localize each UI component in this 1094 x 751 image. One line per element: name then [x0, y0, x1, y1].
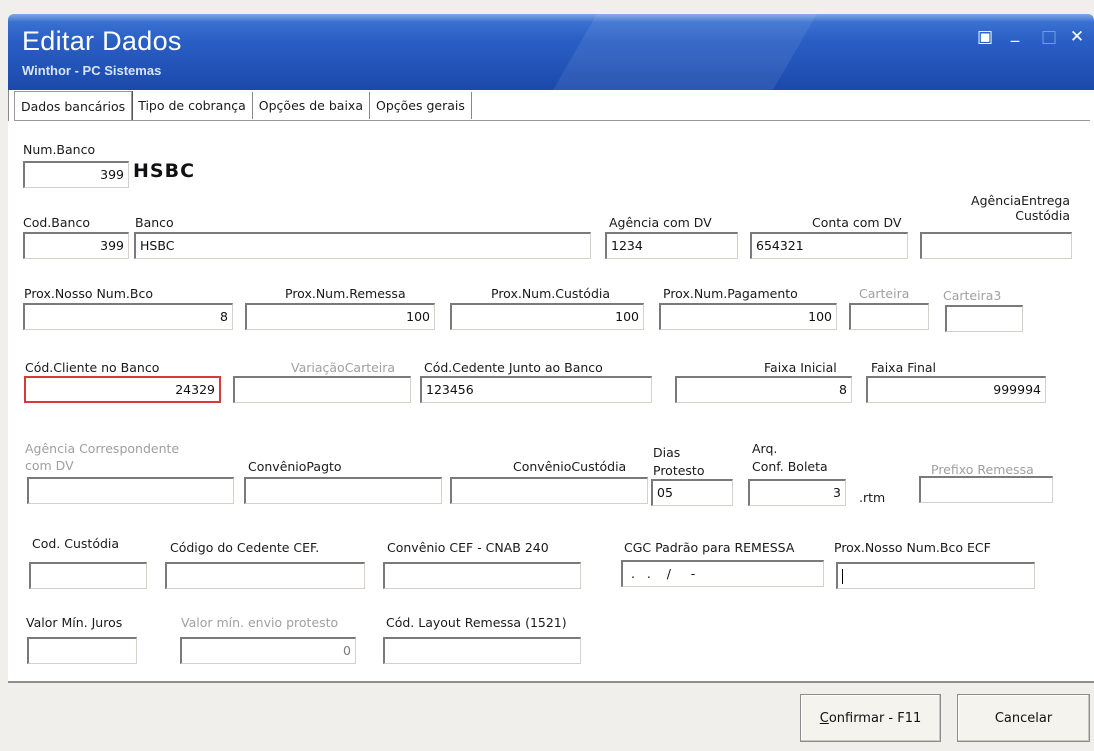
codigo-cedente-cef-label: Código do Cedente CEF.: [170, 540, 320, 555]
cod-cedente-label: Cód.Cedente Junto ao Banco: [424, 360, 603, 375]
agencia-correspondente-label-line2: com DV: [25, 458, 74, 473]
faixa-final-label: Faixa Final: [871, 360, 937, 375]
faixa-inicial-label: Faixa Inicial: [764, 360, 837, 375]
tab-opcoes-baixa[interactable]: Opções de baixa: [253, 92, 370, 119]
faixa-final-field[interactable]: 999994: [866, 376, 1046, 403]
prox-num-custodia-field[interactable]: 100: [450, 303, 644, 330]
agencia-correspondente-label: Agência Correspondente com DV: [25, 440, 179, 474]
prox-num-custodia-label: Prox.Num.Custódia: [491, 286, 611, 301]
confirm-hotkey: C: [819, 710, 829, 726]
banco-field[interactable]: HSBC: [134, 232, 591, 259]
carteira-field[interactable]: [849, 303, 929, 330]
conta-dv-field[interactable]: 654321: [750, 232, 908, 259]
arq-conf-boleta-label-line2: Conf. Boleta: [752, 459, 828, 474]
arq-conf-boleta-label: Arq. Conf. Boleta: [752, 440, 828, 476]
dias-protesto-label-line1: Dias: [653, 445, 681, 460]
agencia-entrega-label: AgênciaEntrega Custódia: [960, 193, 1070, 223]
variacao-carteira-label: VariaçãoCarteira: [291, 360, 396, 375]
cod-cedente-field[interactable]: 123456: [420, 376, 652, 403]
cod-custodia-field[interactable]: [29, 562, 147, 589]
tab-opcoes-gerais[interactable]: Opções gerais: [370, 92, 472, 119]
dias-protesto-field[interactable]: 05: [651, 479, 733, 506]
restore-icon[interactable]: ▣: [974, 26, 996, 48]
dias-protesto-label: Dias Protesto: [653, 444, 704, 480]
agencia-dv-label: Agência com DV: [609, 215, 712, 230]
prox-nosso-num-ecf-field[interactable]: [836, 562, 1035, 589]
convenio-custodia-field[interactable]: [450, 477, 648, 504]
num-banco-label: Num.Banco: [23, 142, 96, 157]
agencia-entrega-label-line2: Custódia: [1015, 208, 1070, 223]
cod-cliente-banco-label: Cód.Cliente no Banco: [25, 360, 160, 375]
banco-label: Banco: [135, 215, 174, 230]
arq-conf-boleta-label-line1: Arq.: [752, 441, 778, 456]
cod-layout-remessa-field[interactable]: [383, 637, 581, 664]
agencia-entrega-field[interactable]: [920, 232, 1072, 259]
carteira3-field[interactable]: [945, 305, 1023, 332]
prox-num-pagamento-label: Prox.Num.Pagamento: [663, 286, 798, 301]
dias-protesto-label-line2: Protesto: [653, 463, 705, 478]
agencia-correspondente-field[interactable]: [27, 477, 234, 504]
cod-layout-remessa-label: Cód. Layout Remessa (1521): [386, 615, 567, 630]
convenio-cef-field[interactable]: [383, 562, 581, 589]
variacao-carteira-field[interactable]: [233, 376, 411, 403]
cancel-button[interactable]: Cancelar: [957, 694, 1090, 742]
window-subtitle: Winthor - PC Sistemas: [22, 63, 162, 78]
convenio-cef-label: Convênio CEF - CNAB 240: [387, 540, 549, 555]
prox-num-remessa-label: Prox.Num.Remessa: [285, 286, 406, 301]
valor-min-juros-label: Valor Mín. Juros: [26, 615, 123, 630]
agencia-dv-field[interactable]: 1234: [605, 232, 738, 259]
maximize-icon[interactable]: □: [1038, 26, 1060, 48]
prox-nosso-num-field[interactable]: 8: [23, 303, 233, 330]
edit-data-window: Editar Dados Winthor - PC Sistemas ▣ _ □…: [0, 0, 1094, 751]
close-icon[interactable]: ✕: [1066, 26, 1088, 48]
arq-conf-boleta-field[interactable]: 3: [748, 479, 846, 506]
title-bar[interactable]: Editar Dados Winthor - PC Sistemas ▣ _ □…: [8, 14, 1094, 90]
convenio-pagto-field[interactable]: [244, 477, 442, 504]
prox-num-pagamento-field[interactable]: 100: [659, 303, 837, 330]
prox-num-remessa-field[interactable]: 100: [245, 303, 435, 330]
cod-custodia-label: Cod. Custódia: [32, 536, 120, 551]
codigo-cedente-cef-field[interactable]: [165, 562, 365, 589]
valor-min-envio-field[interactable]: 0: [180, 637, 356, 664]
confirm-button[interactable]: Confirmar - F11: [800, 694, 941, 742]
tab-dados-bancarios[interactable]: Dados bancários: [14, 91, 133, 120]
agencia-entrega-label-line1: AgênciaEntrega: [971, 193, 1070, 208]
convenio-custodia-label: ConvênioCustódia: [513, 459, 627, 474]
confirm-label: onfirmar - F11: [828, 710, 922, 726]
cod-cliente-banco-field[interactable]: 24329: [24, 376, 221, 403]
faixa-inicial-field[interactable]: 8: [675, 376, 852, 403]
window-title: Editar Dados: [22, 26, 182, 56]
text-cursor: [842, 569, 843, 584]
cgc-padrao-label: CGC Padrão para REMESSA: [624, 540, 795, 555]
carteira3-label: Carteira3: [943, 288, 1002, 303]
prox-nosso-num-ecf-label: Prox.Nosso Num.Bco ECF: [834, 540, 991, 555]
convenio-pagto-label: ConvênioPagto: [248, 459, 342, 474]
cod-banco-field[interactable]: 399: [23, 232, 129, 259]
tab-strip: Dados bancários Tipo de cobrança Opções …: [14, 91, 472, 120]
prefixo-remessa-field[interactable]: [919, 476, 1053, 503]
cgc-padrao-field[interactable]: . . / -: [621, 560, 824, 587]
bank-name-display: HSBC: [133, 160, 196, 182]
minimize-icon[interactable]: _: [1004, 22, 1026, 44]
agencia-correspondente-label-line1: Agência Correspondente: [25, 441, 180, 456]
conta-dv-label: Conta com DV: [812, 215, 902, 230]
num-banco-field[interactable]: 399: [23, 161, 129, 188]
rtm-suffix: .rtm: [859, 490, 886, 505]
carteira-label: Carteira: [859, 286, 910, 301]
prefixo-remessa-label: Prefixo Remessa: [931, 462, 1034, 477]
valor-min-juros-field[interactable]: [27, 637, 137, 664]
tab-tipo-cobranca[interactable]: Tipo de cobrança: [132, 92, 253, 119]
prox-nosso-num-label: Prox.Nosso Num.Bco: [24, 286, 153, 301]
cod-banco-label: Cod.Banco: [23, 215, 90, 230]
valor-min-envio-label: Valor mín. envio protesto: [181, 615, 339, 630]
